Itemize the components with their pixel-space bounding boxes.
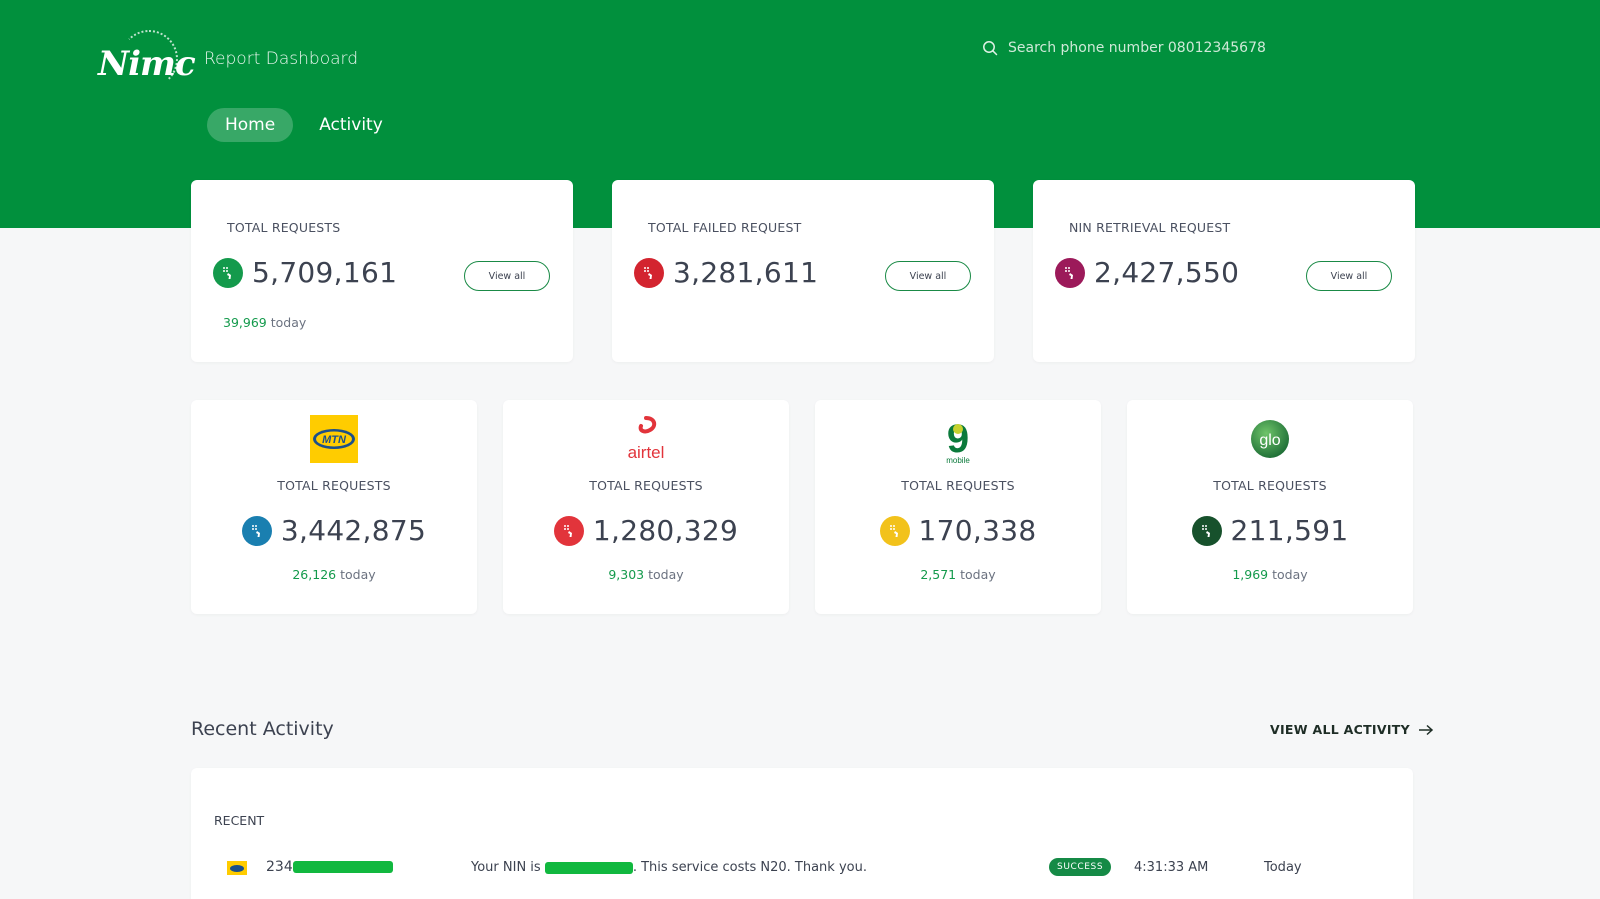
- nin-retrieval-card: NIN RETRIEVAL REQUEST 2,427,550 View all: [1033, 180, 1415, 362]
- 9mobile-logo-subtext: mobile: [946, 456, 970, 464]
- card-label: TOTAL FAILED REQUEST: [648, 220, 802, 235]
- sim-card-icon: [1055, 257, 1085, 288]
- nimc-logo[interactable]: Nimc: [96, 30, 196, 92]
- redaction-mark: [292, 861, 393, 873]
- card-value: 3,281,611: [673, 256, 819, 289]
- sim-card-icon: [879, 515, 910, 546]
- recent-activity-card: RECENT 234 Your NIN is . This service co…: [191, 768, 1413, 899]
- today-count: 9,303 today: [608, 567, 684, 582]
- today-count: 26,126 today: [292, 567, 376, 582]
- card-value: 5,709,161: [252, 256, 398, 289]
- view-all-button[interactable]: View all: [1306, 261, 1392, 291]
- sim-card-icon: [213, 257, 243, 288]
- 9mobile-logo: 9 mobile: [933, 414, 983, 464]
- card-label: TOTAL REQUESTS: [1213, 478, 1327, 493]
- tab-activity[interactable]: Activity: [301, 108, 401, 142]
- 9mobile-logo-text: 9: [947, 417, 969, 461]
- card-label: TOTAL REQUESTS: [589, 478, 703, 493]
- redaction-mark: [544, 861, 633, 874]
- card-value: 170,338: [918, 514, 1037, 547]
- card-label: TOTAL REQUESTS: [901, 478, 1015, 493]
- glo-card[interactable]: glo TOTAL REQUESTS 211,591 1,969 today: [1127, 400, 1413, 614]
- card-value: 1,280,329: [592, 514, 739, 547]
- search-bar[interactable]: [982, 33, 1322, 63]
- mtn-logo: MTN: [309, 414, 359, 464]
- recent-activity-title: Recent Activity: [191, 718, 334, 740]
- main-nav: Home Activity: [207, 108, 409, 142]
- sim-card-icon: [241, 515, 272, 546]
- total-requests-card: TOTAL REQUESTS 5,709,161 View all 39,969…: [191, 180, 573, 362]
- search-input[interactable]: [1008, 40, 1308, 56]
- sim-card-icon: [553, 515, 584, 546]
- message-text: Your NIN is . This service costs N20. Th…: [471, 860, 867, 875]
- table-row[interactable]: 234 Your NIN is . This service costs N20…: [191, 856, 1413, 880]
- today-count: 2,571 today: [920, 567, 996, 582]
- recent-label: RECENT: [214, 813, 265, 828]
- total-failed-card: TOTAL FAILED REQUEST 3,281,611 View all: [612, 180, 994, 362]
- glo-logo: glo: [1245, 414, 1295, 464]
- today-count: 1,969 today: [1232, 567, 1308, 582]
- mtn-card[interactable]: MTN TOTAL REQUESTS 3,442,875 26,126 toda…: [191, 400, 477, 614]
- timestamp: 4:31:33 AM: [1134, 860, 1209, 875]
- card-value: 3,442,875: [280, 514, 427, 547]
- sim-card-icon: [1191, 515, 1222, 546]
- card-label: NIN RETRIEVAL REQUEST: [1069, 220, 1231, 235]
- search-icon: [983, 41, 998, 56]
- airtel-card[interactable]: airtel TOTAL REQUESTS 1,280,329 9,303 to…: [503, 400, 789, 614]
- airtel-logo: airtel: [621, 414, 671, 464]
- view-all-activity-link[interactable]: VIEW ALL ACTIVITY: [1270, 722, 1434, 737]
- page-title: Report Dashboard: [204, 49, 358, 69]
- view-all-button[interactable]: View all: [885, 261, 971, 291]
- arrow-right-icon: [1419, 724, 1434, 735]
- sim-card-icon: [634, 257, 664, 288]
- airtel-logo-text: airtel: [628, 443, 665, 462]
- 9mobile-card[interactable]: 9 mobile TOTAL REQUESTS 170,338 2,571 to…: [815, 400, 1101, 614]
- mtn-logo-text: MTN: [322, 434, 347, 446]
- logo-text: Nimc: [98, 44, 196, 84]
- card-label: TOTAL REQUESTS: [277, 478, 391, 493]
- day-label: Today: [1264, 860, 1302, 875]
- glo-logo-text: glo: [1259, 432, 1280, 449]
- status-badge: SUCCESS: [1049, 858, 1112, 876]
- card-value: 211,591: [1230, 514, 1349, 547]
- card-value: 2,427,550: [1094, 256, 1240, 289]
- card-label: TOTAL REQUESTS: [227, 220, 341, 235]
- tab-home[interactable]: Home: [207, 108, 294, 142]
- phone-number: 234: [266, 859, 393, 875]
- today-count: 39,969 today: [223, 315, 307, 330]
- view-all-button[interactable]: View all: [464, 261, 550, 291]
- mtn-mini-logo: [227, 861, 247, 875]
